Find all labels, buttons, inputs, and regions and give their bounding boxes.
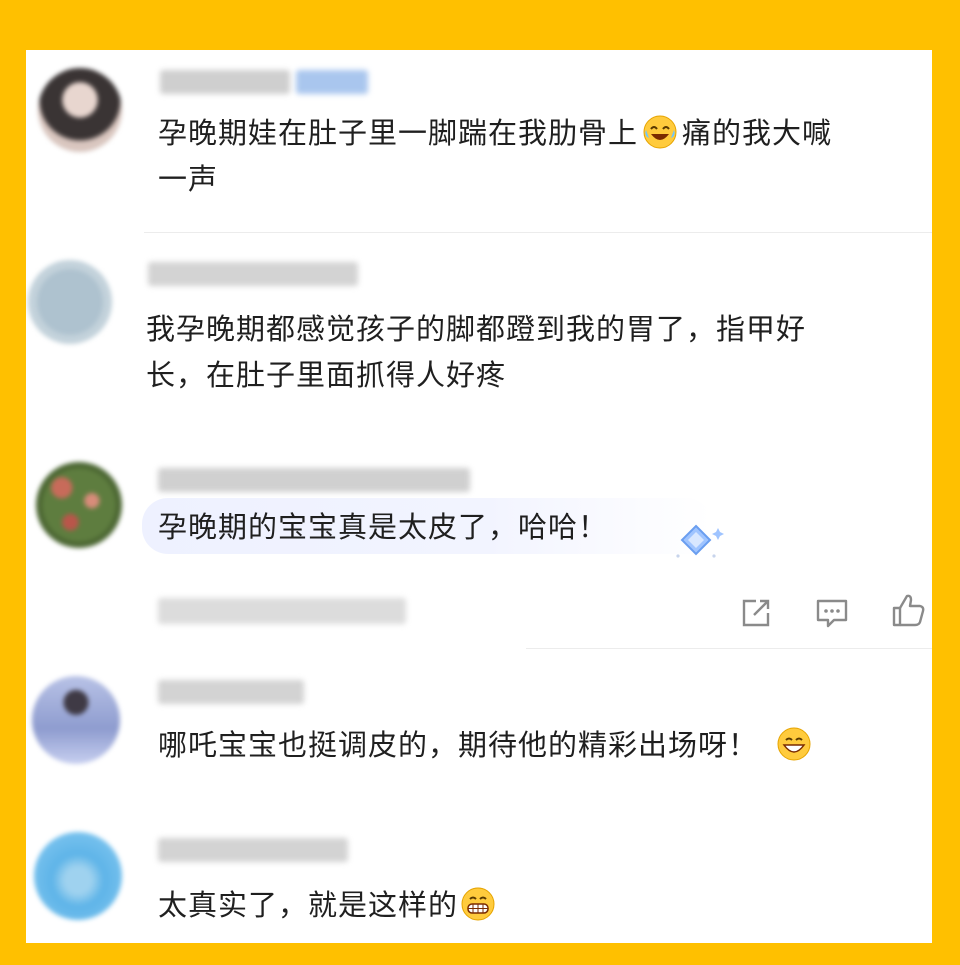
comment-text-part: 太真实了，就是这样的 [158, 888, 459, 922]
avatar[interactable] [32, 676, 120, 764]
avatar[interactable] [28, 260, 112, 344]
comment-panel: 孕晚期娃在肚子里一脚踹在我肋骨上 痛的我大喊 一声 我孕晚期都感觉孩子的脚都蹬到… [26, 50, 932, 943]
avatar[interactable] [38, 68, 122, 152]
comment-text-part: 孕晚期娃在肚子里一脚踹在我肋骨上 [158, 116, 639, 150]
comment-text-part: 痛的我大喊 [682, 116, 833, 150]
comment-text-part: 长，在肚子里面抓得人好疼 [146, 358, 507, 392]
big-grin-emoji [461, 887, 495, 921]
comment-text-part: 哪吒宝宝也挺调皮的，期待他的精彩出场呀！ [158, 728, 759, 762]
comment-text-part: 一声 [158, 162, 219, 196]
grinning-emoji [777, 727, 811, 761]
diamond-badge-icon [676, 524, 724, 558]
laugh-cry-emoji [643, 115, 677, 149]
username[interactable] [148, 262, 358, 286]
comment-text: 太真实了，就是这样的 [158, 882, 928, 928]
username[interactable] [158, 680, 304, 704]
divider [526, 648, 932, 649]
username[interactable] [158, 468, 470, 492]
share-icon[interactable] [736, 593, 776, 633]
comment-text-part: 我孕晚期都感觉孩子的脚都蹬到我的胃了，指甲好 [146, 312, 807, 346]
comment-text-part: 孕晚期的宝宝真是太皮了，哈哈！ [158, 510, 609, 544]
comment-text: 孕晚期娃在肚子里一脚踹在我肋骨上 痛的我大喊 一声 [158, 110, 928, 202]
user-badge [296, 70, 368, 94]
username[interactable] [158, 838, 348, 862]
comment-text: 我孕晚期都感觉孩子的脚都蹬到我的胃了，指甲好 长，在肚子里面抓得人好疼 [146, 306, 926, 398]
avatar[interactable] [36, 462, 122, 548]
reply-icon[interactable] [812, 593, 852, 633]
like-icon[interactable] [888, 591, 928, 631]
comment-text: 孕晚期的宝宝真是太皮了，哈哈！ [158, 504, 718, 550]
divider [144, 232, 932, 233]
username[interactable] [160, 70, 290, 94]
avatar[interactable] [34, 832, 122, 920]
comment-meta [158, 598, 406, 624]
comment-text: 哪吒宝宝也挺调皮的，期待他的精彩出场呀！ [158, 722, 928, 768]
